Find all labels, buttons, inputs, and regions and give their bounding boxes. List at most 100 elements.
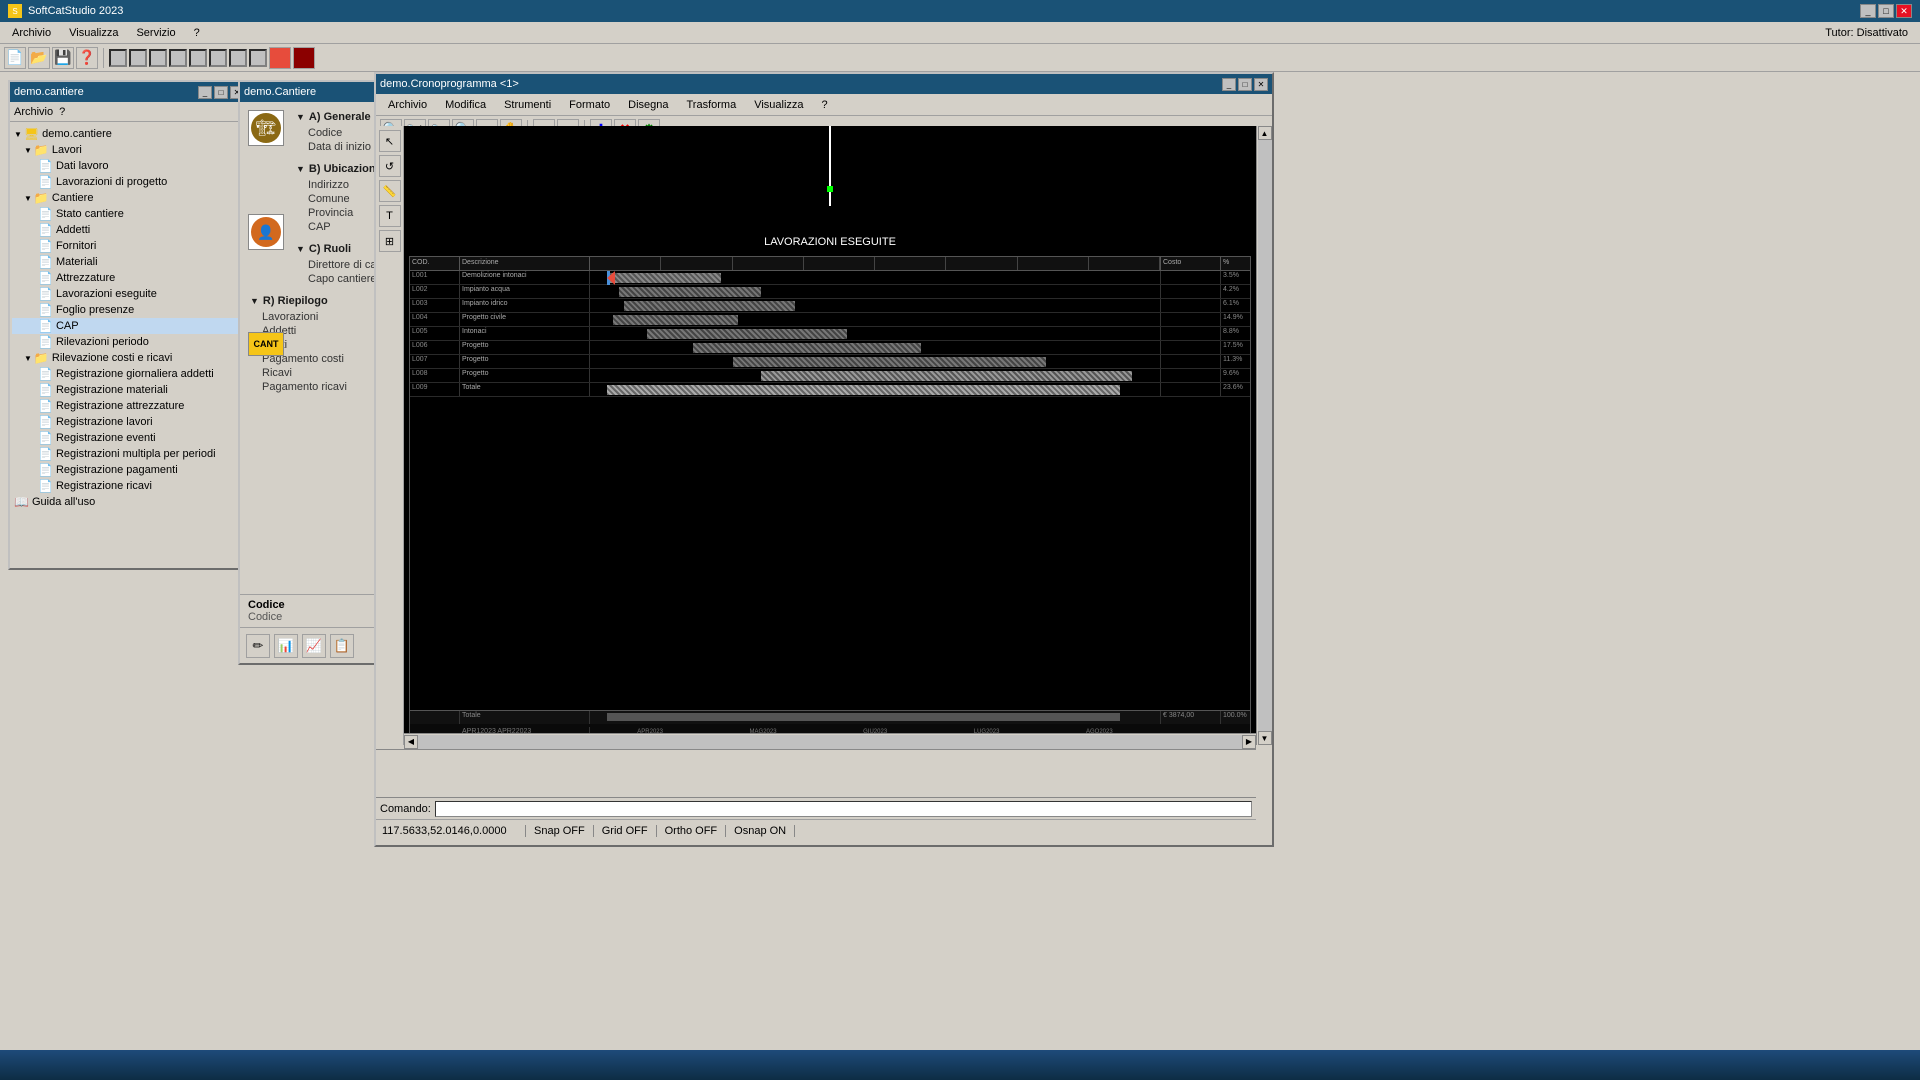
form-copy-btn[interactable]: 📋 <box>330 634 354 658</box>
gantt-row-4[interactable]: L004 Progetto civile 14.9% <box>410 313 1250 327</box>
menu-archivio[interactable]: Archivio <box>4 25 59 41</box>
tool3[interactable] <box>149 49 167 67</box>
menu-visualizza[interactable]: Visualizza <box>61 25 126 41</box>
tree-reg-lavori[interactable]: 📄 Registrazione lavori <box>12 414 246 430</box>
crono-vscroll[interactable]: ▲ ▼ <box>1256 126 1272 745</box>
tree-reg-multipla[interactable]: 📄 Registrazioni multipla per periodi <box>12 446 246 462</box>
gantt-row-2[interactable]: L002 Impianto acqua 4.2% <box>410 285 1250 299</box>
tree-reg-eventi[interactable]: 📄 Registrazione eventi <box>12 430 246 446</box>
form-edit-btn[interactable]: ✏ <box>246 634 270 658</box>
menu-help[interactable]: ? <box>186 25 208 41</box>
hscroll-left[interactable]: ◀ <box>404 735 418 749</box>
tool1[interactable] <box>109 49 127 67</box>
gantt-row-5[interactable]: L005 Intonaci 8.8% <box>410 327 1250 341</box>
close-btn[interactable]: ✕ <box>1896 4 1912 18</box>
minimize-btn[interactable]: _ <box>1860 4 1876 18</box>
maximize-btn[interactable]: □ <box>1878 4 1894 18</box>
tree-reg-attrezzature[interactable]: 📄 Registrazione attrezzature <box>12 398 246 414</box>
tree-lavorazioni-eseguite[interactable]: 📄 Lavorazioni eseguite <box>12 286 246 302</box>
command-input[interactable] <box>435 801 1252 817</box>
tool6[interactable] <box>209 49 227 67</box>
tool-select[interactable]: ↖ <box>379 130 401 152</box>
help-btn[interactable]: ❓ <box>76 47 98 69</box>
tree-dati-lavoro[interactable]: 📄 Dati lavoro <box>12 158 246 174</box>
gantt-row-1[interactable]: L001 Demolizione intonaci 3.5% <box>410 271 1250 285</box>
crono-strumenti[interactable]: Strumenti <box>496 97 559 113</box>
open-btn[interactable]: 📂 <box>28 47 50 69</box>
menu-servizio[interactable]: Servizio <box>128 25 183 41</box>
tree-reg-pagamenti[interactable]: 📄 Registrazione pagamenti <box>12 462 246 478</box>
tree-guida[interactable]: 📖 Guida all'uso <box>12 494 246 510</box>
hscroll-right[interactable]: ▶ <box>1242 735 1256 749</box>
crono-disegna[interactable]: Disegna <box>620 97 676 113</box>
tree-root[interactable]: ▼ 🖥 demo.cantiere <box>12 126 246 142</box>
crono-restore[interactable]: □ <box>1238 78 1252 91</box>
tool-measure[interactable]: 📏 <box>379 180 401 202</box>
row6-costo <box>1160 341 1220 354</box>
form-chart-btn[interactable]: 📊 <box>274 634 298 658</box>
tool2[interactable] <box>129 49 147 67</box>
gantt-row-9[interactable]: L009 Totale 23.6% <box>410 383 1250 397</box>
tree-materiali[interactable]: 📄 Materiali <box>12 254 246 270</box>
status-snap[interactable]: Snap OFF <box>526 825 594 837</box>
gantt-row-6[interactable]: L006 Progetto 17.5% <box>410 341 1250 355</box>
vscroll-up[interactable]: ▲ <box>1258 126 1272 140</box>
cantiere-panel-titlebar[interactable]: demo.cantiere _ □ ✕ <box>10 82 248 102</box>
crono-titlebar[interactable]: demo.Cronoprogramma <1> _ □ ✕ <box>376 74 1272 94</box>
tree-cantiere[interactable]: ▼ 📁 Cantiere <box>12 190 246 206</box>
cantiere-menu-help[interactable]: ? <box>59 106 65 118</box>
app-title-bar: S SoftCatStudio 2023 _ □ ✕ <box>0 0 1920 22</box>
tree-lavorazioni-progetto[interactable]: 📄 Lavorazioni di progetto <box>12 174 246 190</box>
tree-reg-ricavi[interactable]: 📄 Registrazione ricavi <box>12 478 246 494</box>
crono-formato[interactable]: Formato <box>561 97 618 113</box>
tree-addetti[interactable]: 📄 Addetti <box>12 222 246 238</box>
tree-rilevazioni-periodo[interactable]: 📄 Rilevazioni periodo <box>12 334 246 350</box>
status-osnap[interactable]: Osnap ON <box>726 825 795 837</box>
row4-chart <box>590 313 1160 326</box>
crono-archivio[interactable]: Archivio <box>380 97 435 113</box>
tool4[interactable] <box>169 49 187 67</box>
crono-modifica[interactable]: Modifica <box>437 97 494 113</box>
new-btn[interactable]: 📄 <box>4 47 26 69</box>
tool-annotate[interactable]: T <box>379 205 401 227</box>
tool-rotate[interactable]: ↺ <box>379 155 401 177</box>
gantt-row-7[interactable]: L007 Progetto 11.3% <box>410 355 1250 369</box>
cantiere-menu-archivio[interactable]: Archivio <box>14 106 53 118</box>
tool5[interactable] <box>189 49 207 67</box>
tool-extra[interactable]: ⊞ <box>379 230 401 252</box>
status-ortho[interactable]: Ortho OFF <box>657 825 727 837</box>
gantt-row-3[interactable]: L003 Impianto idrico 6.1% <box>410 299 1250 313</box>
crono-trasforma[interactable]: Trasforma <box>679 97 745 113</box>
vscroll-down[interactable]: ▼ <box>1258 731 1272 745</box>
save-btn[interactable]: 💾 <box>52 47 74 69</box>
tool9[interactable] <box>269 47 291 69</box>
tree-reg-materiali[interactable]: 📄 Registrazione materiali <box>12 382 246 398</box>
tree-attrezzature[interactable]: 📄 Attrezzature <box>12 270 246 286</box>
tree-rilevazione-costi[interactable]: ▼ 📁 Rilevazione costi e ricavi <box>12 350 246 366</box>
crono-hscroll[interactable]: ◀ ▶ <box>404 733 1256 749</box>
tree-fornitori[interactable]: 📄 Fornitori <box>12 238 246 254</box>
status-grid[interactable]: Grid OFF <box>594 825 657 837</box>
crono-visualizza[interactable]: Visualizza <box>746 97 811 113</box>
cad-canvas: LAVORAZIONI ESEGUITE COD. Descrizione <box>404 126 1256 745</box>
crono-close[interactable]: ✕ <box>1254 78 1268 91</box>
tree-foglio-presenze[interactable]: 📄 Foglio presenze <box>12 302 246 318</box>
cantiere-minimize[interactable]: _ <box>198 86 212 99</box>
section-a-label: A) Generale <box>309 111 371 123</box>
tool10[interactable] <box>293 47 315 69</box>
badge-icon: CANT <box>248 332 284 356</box>
tree-reg-giornaliera[interactable]: 📄 Registrazione giornaliera addetti <box>12 366 246 382</box>
vscroll-track[interactable] <box>1258 140 1272 731</box>
tree-cap[interactable]: 📄 CAP <box>12 318 246 334</box>
cantiere-restore[interactable]: □ <box>214 86 228 99</box>
section-b-label: B) Ubicazione <box>309 163 382 175</box>
form-graph-btn[interactable]: 📈 <box>302 634 326 658</box>
tool8[interactable] <box>249 49 267 67</box>
hscroll-track[interactable] <box>418 735 1242 749</box>
gantt-row-8[interactable]: L008 Progetto 9.6% <box>410 369 1250 383</box>
crono-minimize[interactable]: _ <box>1222 78 1236 91</box>
tool7[interactable] <box>229 49 247 67</box>
crono-help[interactable]: ? <box>814 97 836 113</box>
tree-stato-cantiere[interactable]: 📄 Stato cantiere <box>12 206 246 222</box>
tree-lavori[interactable]: ▼ 📁 Lavori <box>12 142 246 158</box>
